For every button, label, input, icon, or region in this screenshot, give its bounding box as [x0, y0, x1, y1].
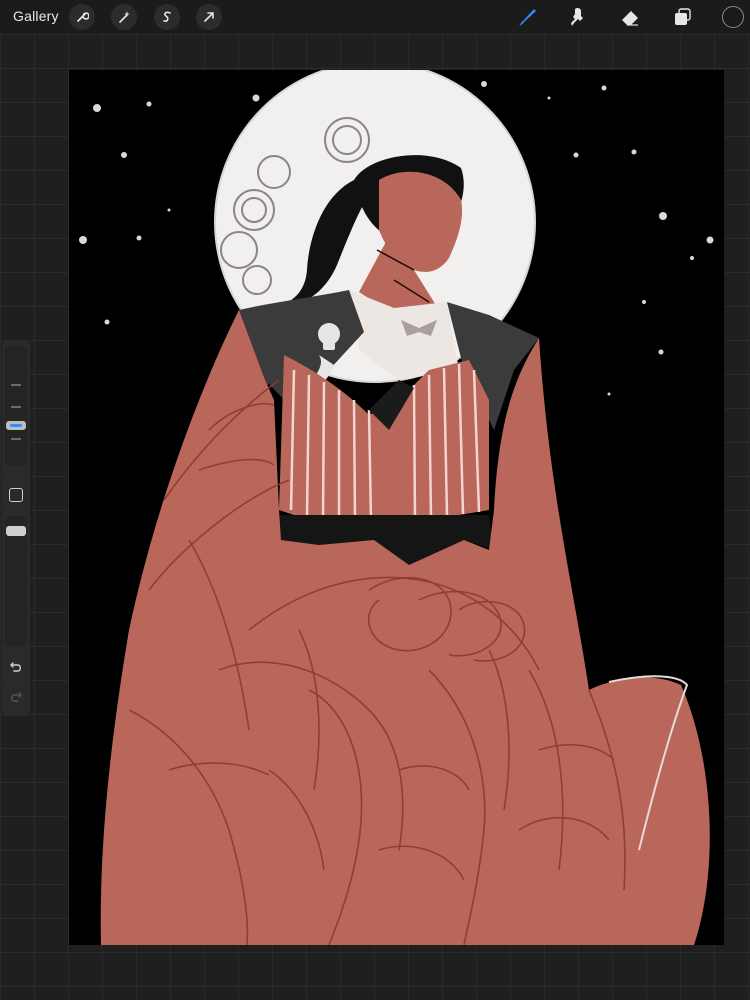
brush-size-thumb[interactable]	[6, 421, 26, 430]
opacity-slider[interactable]	[5, 516, 27, 646]
drawing-canvas[interactable]	[69, 70, 724, 945]
wrench-icon[interactable]	[69, 4, 95, 30]
redo-icon[interactable]	[6, 688, 26, 708]
slider-tick	[11, 384, 21, 386]
smudge-icon[interactable]	[566, 5, 590, 29]
modify-button[interactable]	[9, 488, 23, 502]
selection-icon[interactable]	[154, 4, 180, 30]
undo-icon[interactable]	[6, 658, 26, 678]
color-picker-button[interactable]	[722, 6, 744, 28]
magic-wand-icon[interactable]	[111, 4, 137, 30]
top-toolbar: Gallery	[0, 0, 750, 34]
transform-arrow-icon[interactable]	[196, 4, 222, 30]
artwork	[79, 70, 714, 945]
brush-size-slider[interactable]	[5, 346, 27, 466]
brush-icon[interactable]	[515, 5, 539, 29]
gallery-button[interactable]: Gallery	[13, 8, 59, 24]
opacity-thumb[interactable]	[6, 526, 26, 536]
sidebar	[2, 340, 30, 716]
layers-icon[interactable]	[670, 5, 694, 29]
eraser-icon[interactable]	[618, 5, 642, 29]
slider-tick	[11, 438, 21, 440]
slider-tick	[11, 406, 21, 408]
